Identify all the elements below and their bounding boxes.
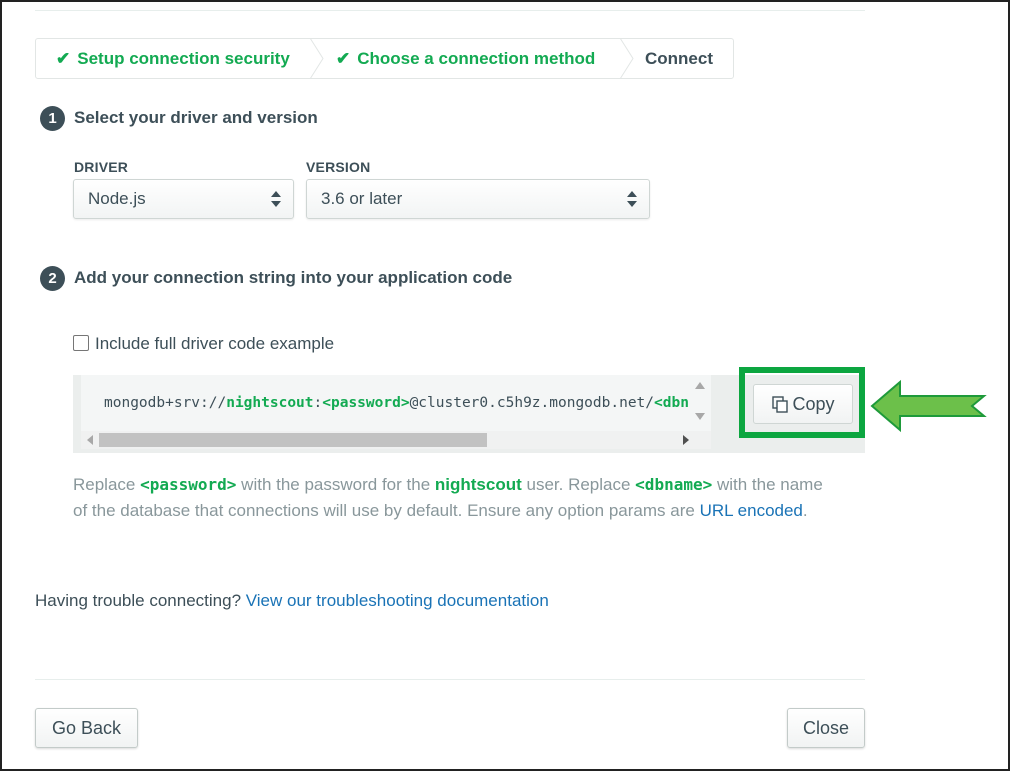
driver-label: DRIVER	[74, 159, 129, 175]
go-back-button[interactable]: Go Back	[35, 708, 138, 748]
full-driver-example-option[interactable]: Include full driver code example	[73, 334, 334, 354]
scroll-up-icon[interactable]	[695, 382, 705, 389]
checkmark-icon: ✔	[56, 49, 71, 68]
close-button[interactable]: Close	[787, 708, 865, 748]
scrollbar-thumb[interactable]	[99, 433, 487, 447]
scroll-left-icon[interactable]	[87, 435, 93, 445]
troubleshooting-link[interactable]: View our troubleshooting documentation	[246, 591, 549, 610]
troubleshooting-text: Having trouble connecting? View our trou…	[35, 591, 549, 610]
step2-title: Add your connection string into your app…	[74, 268, 513, 287]
horizontal-scrollbar[interactable]	[81, 431, 711, 449]
footer-divider	[35, 679, 865, 680]
step-setup-security[interactable]: ✔ Setup connection security	[56, 39, 290, 78]
full-driver-example-label: Include full driver code example	[95, 334, 335, 353]
step-choose-method[interactable]: ✔ Choose a connection method	[336, 39, 595, 78]
scroll-right-icon[interactable]	[683, 435, 689, 445]
vertical-scrollbar[interactable]	[688, 375, 711, 431]
pointer-arrow-icon	[870, 379, 987, 433]
url-encoded-link[interactable]: URL encoded	[700, 501, 803, 520]
select-arrows-icon	[271, 191, 281, 207]
version-select[interactable]: 3.6 or later	[306, 179, 650, 219]
connection-string[interactable]: mongodb+srv://nightscout:<password>@clus…	[104, 395, 696, 411]
step-number-badge: 1	[40, 106, 65, 131]
connect-dialog: ✔ Setup connection security ✔ Choose a con…	[0, 0, 1010, 771]
connection-string-area[interactable]: mongodb+srv://nightscout:<password>@clus…	[81, 375, 711, 431]
copy-button[interactable]: Copy	[753, 384, 853, 424]
chevron-divider-icon	[310, 38, 324, 79]
select-arrows-icon	[627, 191, 637, 207]
step1-title: Select your driver and version	[74, 108, 318, 127]
steps-breadcrumb: ✔ Setup connection security ✔ Choose a con…	[35, 38, 734, 79]
scroll-down-icon[interactable]	[695, 413, 705, 420]
chevron-divider-icon	[620, 38, 634, 79]
checkmark-icon: ✔	[336, 49, 351, 68]
copy-icon	[772, 396, 789, 413]
top-divider	[35, 10, 865, 11]
full-driver-example-checkbox[interactable]	[73, 335, 89, 351]
step-connect[interactable]: Connect	[645, 39, 713, 78]
version-select-value: 3.6 or later	[321, 189, 403, 208]
version-label: VERSION	[306, 159, 371, 175]
connection-help-text: Replace <password> with the password for…	[73, 475, 823, 520]
driver-select-value: Node.js	[88, 189, 146, 208]
driver-select[interactable]: Node.js	[73, 179, 294, 219]
step-number-badge: 2	[40, 266, 65, 291]
